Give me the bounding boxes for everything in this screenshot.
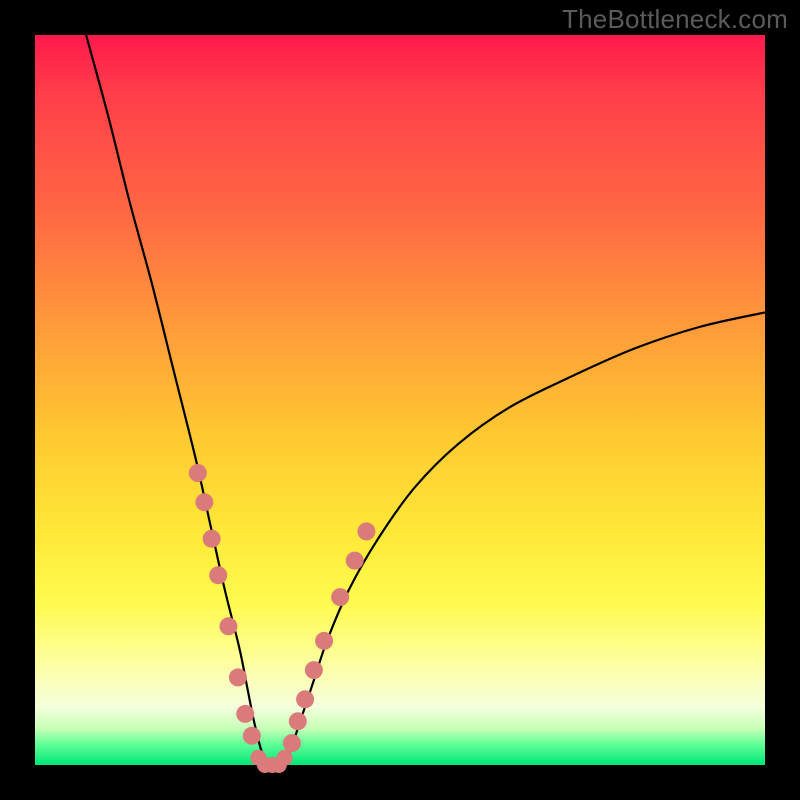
bead-dot [305,661,323,679]
bottleneck-curve [86,35,765,766]
watermark-text: TheBottleneck.com [562,4,788,35]
plot-area [35,35,765,765]
bead-dot [243,727,261,745]
bead-dot [209,566,227,584]
bead-group [189,464,376,773]
bead-dot [331,588,349,606]
bead-dot [219,617,237,635]
bead-dot [346,552,364,570]
bead-dot [203,530,221,548]
bead-dot [357,522,375,540]
bead-dot [195,493,213,511]
bead-dot [283,734,301,752]
bead-dot [277,750,293,766]
bead-dot [289,712,307,730]
bead-dot [236,705,254,723]
bead-dot [315,632,333,650]
bead-dot [229,668,247,686]
bead-dot [189,464,207,482]
outer-frame: TheBottleneck.com [0,0,800,800]
bead-dot [296,690,314,708]
curve-svg [35,35,765,765]
